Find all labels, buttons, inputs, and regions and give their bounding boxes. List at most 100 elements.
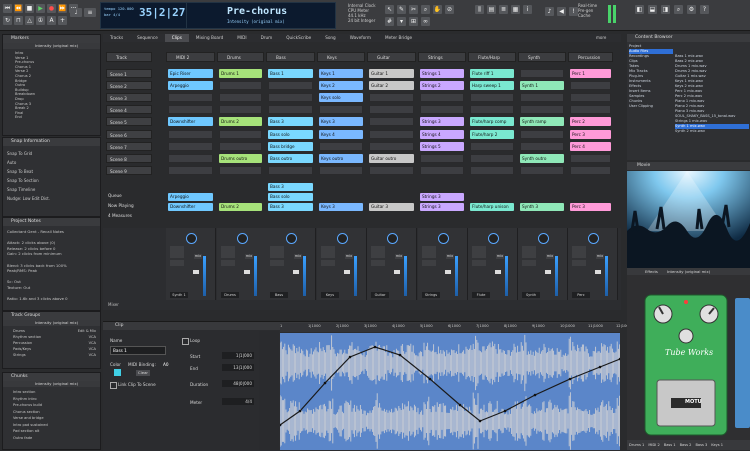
empty-clip-slot[interactable] xyxy=(470,81,514,91)
rewind-icon[interactable]: ⏪ xyxy=(14,4,23,13)
empty-clip-slot[interactable] xyxy=(319,129,363,139)
mix-tag[interactable]: mix xyxy=(245,254,253,259)
browser-title[interactable]: Content Browser xyxy=(627,34,750,42)
loop-icon[interactable]: ↻ xyxy=(3,16,12,25)
tab-7[interactable]: Song xyxy=(318,34,343,42)
send-slot[interactable] xyxy=(371,260,385,266)
mix-tag[interactable]: mix xyxy=(446,254,454,259)
empty-clip-slot[interactable] xyxy=(319,141,363,151)
empty-clip-slot[interactable] xyxy=(520,81,564,91)
tab-8[interactable]: Waveform xyxy=(343,34,378,42)
fader-cap[interactable] xyxy=(293,270,299,274)
empty-clip-slot[interactable] xyxy=(219,93,262,103)
pan-knob[interactable] xyxy=(387,233,398,244)
record-icon[interactable]: ● xyxy=(47,4,56,13)
scissors-tool-icon[interactable]: ✂ xyxy=(409,5,418,14)
notes-text[interactable]: Collectant Gent - Recall Notes Attack: 2 … xyxy=(3,226,100,305)
fader-cap[interactable] xyxy=(193,270,199,274)
snap-option[interactable]: Snap To Beat xyxy=(7,167,96,176)
clip-cell[interactable]: Bass outro xyxy=(268,153,313,163)
empty-clip-slot[interactable] xyxy=(268,153,313,163)
clip-cell[interactable]: Perc 2 xyxy=(570,117,611,127)
scene-button[interactable]: Scene 2 xyxy=(106,81,152,91)
speaker-icon[interactable]: ◀ xyxy=(557,7,566,16)
clip-cell[interactable]: Bass solo xyxy=(268,129,313,139)
empty-clip-slot[interactable] xyxy=(369,81,414,91)
clip-cell[interactable]: Strings 5 xyxy=(420,141,464,151)
sidebar-right-icon[interactable]: ◨ xyxy=(661,5,670,14)
empty-clip-slot[interactable] xyxy=(319,153,363,163)
browser-tree-item[interactable]: User Clipping xyxy=(629,104,673,109)
empty-clip-slot[interactable] xyxy=(470,93,514,103)
timeline-ruler[interactable]: 1 1|1000 2|1000 3|1000 4|1000 5|1000 6|1000 7|1… xyxy=(280,323,631,332)
track-column-header[interactable]: Strings xyxy=(418,52,466,62)
empty-clip-slot[interactable] xyxy=(570,93,611,103)
clip-cell[interactable]: Perc 1 xyxy=(570,69,611,78)
movie-title[interactable]: Movie xyxy=(627,162,750,170)
metronome-icon[interactable]: △ xyxy=(25,16,34,25)
mix-tag[interactable]: mix xyxy=(496,254,504,259)
empty-clip-slot[interactable] xyxy=(470,69,514,78)
queued-clip[interactable]: Downshifter xyxy=(168,203,213,211)
queued-clip[interactable]: Bass 3 xyxy=(268,183,313,191)
editor-window-icon[interactable]: ▤ xyxy=(487,5,496,14)
empty-clip-slot[interactable] xyxy=(168,117,213,127)
empty-clip-slot[interactable] xyxy=(268,81,313,91)
empty-clip-slot[interactable] xyxy=(570,117,611,127)
empty-clip-slot[interactable] xyxy=(520,105,564,115)
channel-name[interactable]: Strings xyxy=(422,292,440,298)
pan-knob[interactable] xyxy=(438,233,449,244)
empty-clip-slot[interactable] xyxy=(470,129,514,139)
hand-tool-icon[interactable]: ✋ xyxy=(433,5,442,14)
effects-tab[interactable]: Drums 1 xyxy=(627,440,646,450)
clip-cell[interactable]: Flute riff 1 xyxy=(470,69,514,78)
track-column-header[interactable]: Track xyxy=(106,52,152,62)
clip-cell[interactable]: Guitar 2 xyxy=(369,81,414,91)
link-icon[interactable]: ∞ xyxy=(421,17,430,26)
empty-clip-slot[interactable] xyxy=(219,165,262,175)
link-clip-checkbox[interactable] xyxy=(110,382,117,389)
empty-clip-slot[interactable] xyxy=(420,129,464,139)
group-row[interactable]: Strings VCA xyxy=(13,352,96,358)
empty-clip-slot[interactable] xyxy=(168,129,213,139)
send-slot[interactable] xyxy=(572,260,586,266)
effects-tab[interactable]: Bass 3 xyxy=(693,440,709,450)
empty-clip-slot[interactable] xyxy=(219,81,262,91)
pointer-tool-icon[interactable]: ↖ xyxy=(385,5,394,14)
empty-clip-slot[interactable] xyxy=(369,141,414,151)
empty-clip-slot[interactable] xyxy=(520,165,564,175)
empty-clip-slot[interactable] xyxy=(420,93,464,103)
play-icon[interactable]: ▶ xyxy=(36,4,45,13)
track-column-header[interactable]: Percussion xyxy=(568,52,613,62)
grid-icon[interactable]: # xyxy=(385,17,394,26)
empty-clip-slot[interactable] xyxy=(319,117,363,127)
effects-tab[interactable]: Bass 2 xyxy=(678,440,694,450)
clip-cell[interactable]: Drums 1 xyxy=(219,69,262,78)
pan-knob[interactable] xyxy=(186,233,197,244)
empty-clip-slot[interactable] xyxy=(520,129,564,139)
empty-clip-slot[interactable] xyxy=(570,141,611,151)
insert-slot[interactable] xyxy=(371,246,385,258)
empty-clip-slot[interactable] xyxy=(570,69,611,78)
automation-point[interactable] xyxy=(323,381,327,385)
track-column-header[interactable]: Drums xyxy=(217,52,264,62)
clip-cell[interactable]: Keys 1 xyxy=(319,69,363,78)
empty-clip-slot[interactable] xyxy=(268,105,313,115)
empty-clip-slot[interactable] xyxy=(369,153,414,163)
rewind-start-icon[interactable]: ⏮ xyxy=(3,4,12,13)
scene-button[interactable]: Scene 7 xyxy=(106,141,152,151)
empty-clip-slot[interactable] xyxy=(319,105,363,115)
help-icon[interactable]: ? xyxy=(700,5,709,14)
clip-cell[interactable]: Epic Riser xyxy=(168,69,213,78)
browser-file-item[interactable]: Synth 2 mix.wav xyxy=(675,129,749,134)
empty-clip-slot[interactable] xyxy=(268,141,313,151)
empty-clip-slot[interactable] xyxy=(369,117,414,127)
empty-clip-slot[interactable] xyxy=(470,153,514,163)
queued-clip[interactable]: Perc 3 xyxy=(570,203,611,211)
search-icon[interactable]: ⌕ xyxy=(674,5,683,14)
snap-title[interactable]: Snap Information xyxy=(3,138,100,146)
conductor-button[interactable]: ≡ xyxy=(84,8,96,17)
empty-clip-slot[interactable] xyxy=(369,129,414,139)
tab-2[interactable]: Clips xyxy=(164,34,189,42)
automation-point[interactable] xyxy=(533,393,537,397)
